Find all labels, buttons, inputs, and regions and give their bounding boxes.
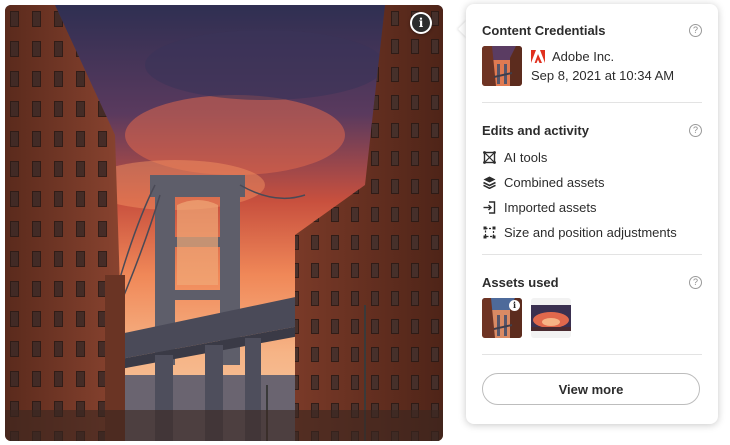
help-circle-icon[interactable]: ? xyxy=(689,23,702,37)
activity-item-ai-tools: AI tools xyxy=(482,145,702,170)
issuer-name: Adobe Inc. xyxy=(552,48,615,64)
section-divider xyxy=(482,102,702,103)
content-credentials-info-button[interactable]: i xyxy=(410,12,432,34)
main-photo xyxy=(5,5,443,441)
info-icon: i xyxy=(509,300,520,311)
layers-icon xyxy=(482,176,496,190)
credentials-title: Content Credentials xyxy=(482,22,606,38)
activity-item-combined-assets: Combined assets xyxy=(482,170,702,195)
activity-item-imported-assets: Imported assets xyxy=(482,195,702,220)
assets-used-section: Assets used ? i xyxy=(482,272,702,338)
bridge-asset-thumbnail[interactable]: i xyxy=(482,298,522,338)
activity-item-size-position: Size and position adjustments xyxy=(482,220,702,245)
help-circle-icon[interactable]: ? xyxy=(689,275,702,289)
section-divider xyxy=(482,254,702,255)
help-circle-icon[interactable]: ? xyxy=(689,123,702,137)
content-credentials-popover: Content Credentials ? Adobe Inc. Sep 8, … xyxy=(466,4,718,424)
view-more-button[interactable]: View more xyxy=(482,373,700,405)
credential-thumbnail xyxy=(482,46,522,86)
adobe-logo-icon xyxy=(531,49,545,63)
import-icon xyxy=(482,201,496,215)
credential-date: Sep 8, 2021 at 10:34 AM xyxy=(531,68,675,83)
transform-icon xyxy=(482,226,496,240)
edits-title: Edits and activity xyxy=(482,122,589,138)
info-icon: i xyxy=(412,14,430,32)
sunset-sky-asset-thumbnail[interactable] xyxy=(531,298,571,338)
assets-used-title: Assets used xyxy=(482,274,559,290)
section-divider xyxy=(482,354,702,355)
credentials-section: Content Credentials ? Adobe Inc. Sep 8, … xyxy=(482,20,702,86)
edits-section: Edits and activity ? AI tools Combined a… xyxy=(482,120,702,245)
ai-tools-icon xyxy=(482,151,496,165)
